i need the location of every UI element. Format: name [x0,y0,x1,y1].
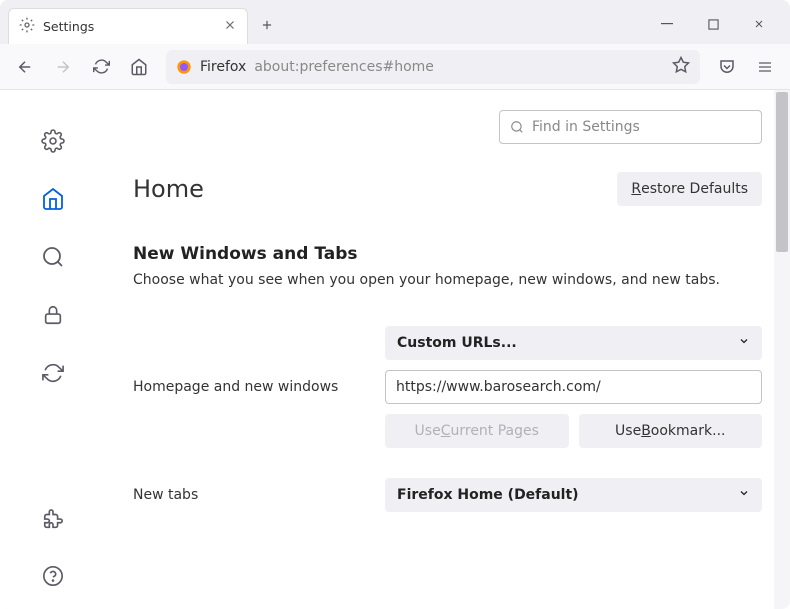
search-settings-input[interactable]: Find in Settings [499,110,762,144]
menu-button[interactable] [748,50,782,84]
page-title: Home [133,175,204,203]
chevron-down-icon [738,335,750,351]
gear-icon [19,17,35,36]
homepage-url-input[interactable] [385,370,762,404]
search-placeholder: Find in Settings [532,119,640,135]
use-current-pages-button[interactable]: Use Current Pages [385,414,569,448]
sidebar [0,90,105,609]
sidebar-item-sync[interactable] [38,358,68,388]
back-button[interactable] [8,50,42,84]
section-title: New Windows and Tabs [133,244,762,264]
close-icon[interactable] [223,18,237,35]
url-bar[interactable]: Firefox about:preferences#home [166,50,700,84]
tab-settings[interactable]: Settings [8,8,248,44]
main-content: Find in Settings Home Restore Defaults N… [105,90,790,609]
restore-defaults-button[interactable]: Restore Defaults [617,172,762,206]
newtabs-label: New tabs [133,487,375,503]
tab-title: Settings [43,19,215,34]
sidebar-item-help[interactable] [38,561,68,591]
sidebar-item-privacy[interactable] [38,300,68,330]
toolbar: Firefox about:preferences#home [0,44,790,90]
chevron-down-icon [738,487,750,503]
firefox-icon [176,59,192,75]
sidebar-item-general[interactable] [38,126,68,156]
sidebar-item-search[interactable] [38,242,68,272]
url-label: Firefox [200,59,246,75]
section-description: Choose what you see when you open your h… [133,272,762,288]
homepage-label: Homepage and new windows [133,379,375,395]
forward-button[interactable] [46,50,80,84]
homepage-dropdown[interactable]: Custom URLs... [385,326,762,360]
reload-button[interactable] [84,50,118,84]
new-tab-button[interactable] [252,10,282,40]
minimize-button[interactable] [644,8,690,40]
home-button[interactable] [122,50,156,84]
tab-bar: Settings [0,0,790,44]
url-text: about:preferences#home [254,59,664,75]
pocket-button[interactable] [710,50,744,84]
star-icon[interactable] [672,56,690,78]
sidebar-item-extensions[interactable] [38,505,68,535]
newtabs-dropdown[interactable]: Firefox Home (Default) [385,478,762,512]
sidebar-item-home[interactable] [38,184,68,214]
close-window-button[interactable] [736,8,782,40]
use-bookmark-button[interactable]: Use Bookmark... [579,414,763,448]
maximize-button[interactable] [690,8,736,40]
